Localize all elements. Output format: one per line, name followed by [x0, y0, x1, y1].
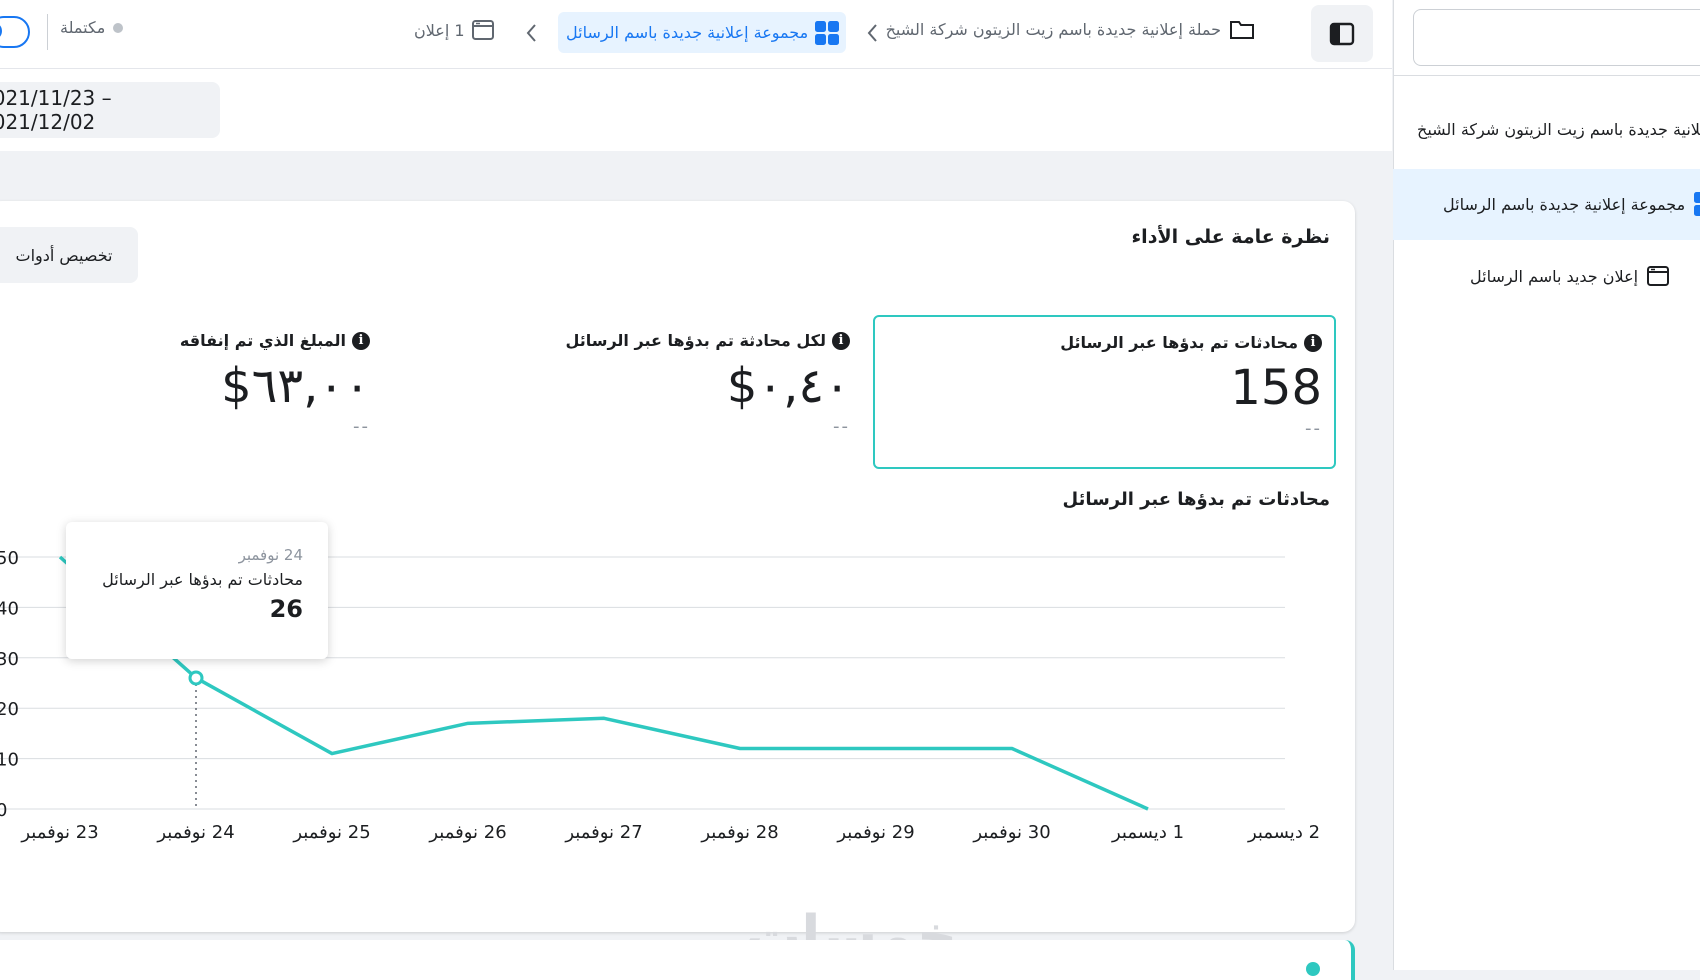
- status-indicator: مكتملة: [60, 18, 124, 37]
- sidebar-item-adset[interactable]: مجموعة إعلانية جديدة باسم الرسائل: [1443, 191, 1700, 217]
- y-tick-label: 0: [0, 800, 7, 821]
- metric-amount-spent[interactable]: i المبلغ الذي تم إنفاقه ٦٣,٠٠$ --: [150, 315, 370, 469]
- y-tick-label: 30: [0, 649, 19, 670]
- x-tick-label: 24 نوفمبر: [156, 822, 234, 843]
- x-tick-label: 29 نوفمبر: [836, 822, 914, 843]
- sidebar-item-label: حملة إعلانية جديدة باسم زيت الزيتون شركة…: [1417, 119, 1700, 139]
- breadcrumb-campaign[interactable]: حملة إعلانية جديدة باسم زيت الزيتون شركة…: [886, 18, 1255, 40]
- ad-window-icon: [471, 18, 495, 42]
- tooltip-value: 26: [269, 595, 303, 623]
- tooltip-date: 24 نوفمبر: [238, 546, 303, 564]
- metric-delta: --: [1305, 418, 1322, 439]
- x-tick-label: 26 نوفمبر: [428, 822, 506, 843]
- tooltip-label: محادثات تم بدؤها عبر الرسائل: [102, 570, 303, 589]
- metric-value: 158: [1230, 360, 1322, 416]
- date-range-picker[interactable]: 2021/11/23 – 2021/12/02: [0, 82, 220, 138]
- metric-label: لكل محادثة تم بدؤها عبر الرسائل: [565, 331, 826, 350]
- grid-icon: [814, 20, 840, 46]
- status-label: مكتملة: [60, 18, 106, 37]
- chevron-left-icon: [866, 22, 880, 44]
- metric-label: محادثات تم بدؤها عبر الرسائل: [1060, 333, 1298, 352]
- next-card: [0, 940, 1355, 980]
- x-tick-label: 25 نوفمبر: [292, 822, 370, 843]
- sidebar-item-campaign[interactable]: حملة إعلانية جديدة باسم زيت الزيتون شركة…: [1417, 118, 1700, 140]
- sidebar-item-label: مجموعة إعلانية جديدة باسم الرسائل: [1443, 194, 1686, 214]
- x-tick-label: 23 نوفمبر: [20, 822, 98, 843]
- breadcrumb-adset[interactable]: مجموعة إعلانية جديدة باسم الرسائل: [558, 12, 847, 53]
- folder-icon: [1229, 18, 1255, 40]
- metric-cost-per-conversation[interactable]: i لكل محادثة تم بدؤها عبر الرسائل ٠,٤٠$ -…: [560, 315, 850, 469]
- y-tick-label: 40: [0, 598, 19, 619]
- x-tick-label: 2 ديسمبر: [1247, 822, 1320, 843]
- status-dot: [1306, 962, 1320, 976]
- customize-tools-button[interactable]: تخصيص أدوات: [0, 227, 138, 283]
- metric-value: ٠,٤٠$: [726, 358, 850, 414]
- info-icon[interactable]: i: [1304, 333, 1322, 352]
- breadcrumb-ad-label: 1 إعلان: [414, 20, 465, 40]
- metric-delta: --: [833, 416, 850, 437]
- grid-icon: [1693, 191, 1700, 217]
- breadcrumb-campaign-label: حملة إعلانية جديدة باسم زيت الزيتون شركة…: [885, 19, 1221, 39]
- x-tick-label: 1 ديسمبر: [1111, 822, 1184, 843]
- ad-window-icon: [1646, 264, 1670, 288]
- x-tick-label: 27 نوفمبر: [564, 822, 642, 843]
- sidebar-item-ad[interactable]: إعلان جديد باسم الرسائل: [1470, 264, 1670, 288]
- divider: [1393, 75, 1700, 76]
- chevron-left-icon: [525, 22, 539, 44]
- breadcrumb-adset-label: مجموعة إعلانية جديدة باسم الرسائل: [566, 23, 809, 42]
- right-panel: [1393, 0, 1700, 970]
- x-tick-label: 28 نوفمبر: [700, 822, 778, 843]
- status-dot: [113, 22, 124, 33]
- metric-value: ٦٣,٠٠$: [221, 358, 370, 414]
- metric-delta: --: [353, 416, 370, 437]
- divider: [47, 14, 48, 50]
- data-point: [188, 670, 204, 686]
- info-icon[interactable]: i: [832, 331, 850, 350]
- y-tick-label: 50: [0, 548, 19, 569]
- sidebar-item-label: إعلان جديد باسم الرسائل: [1470, 266, 1639, 286]
- metric-conversations[interactable]: i محادثات تم بدؤها عبر الرسائل 158 --: [873, 315, 1336, 469]
- y-tick-label: 10: [0, 750, 19, 771]
- metric-label: المبلغ الذي تم إنفاقه: [179, 331, 346, 350]
- search-input[interactable]: [1413, 9, 1700, 66]
- info-icon[interactable]: i: [352, 331, 370, 350]
- y-tick-label: 20: [0, 699, 19, 720]
- sidebar-panel-icon: [1329, 21, 1355, 47]
- chart-tooltip: 24 نوفمبر محادثات تم بدؤها عبر الرسائل 2…: [66, 522, 328, 659]
- card-title: نظرة عامة على الأداء: [1131, 226, 1330, 248]
- breadcrumb-ad[interactable]: 1 إعلان: [414, 18, 495, 42]
- sidebar-toggle-button[interactable]: [1311, 5, 1373, 62]
- x-tick-label: 30 نوفمبر: [972, 822, 1050, 843]
